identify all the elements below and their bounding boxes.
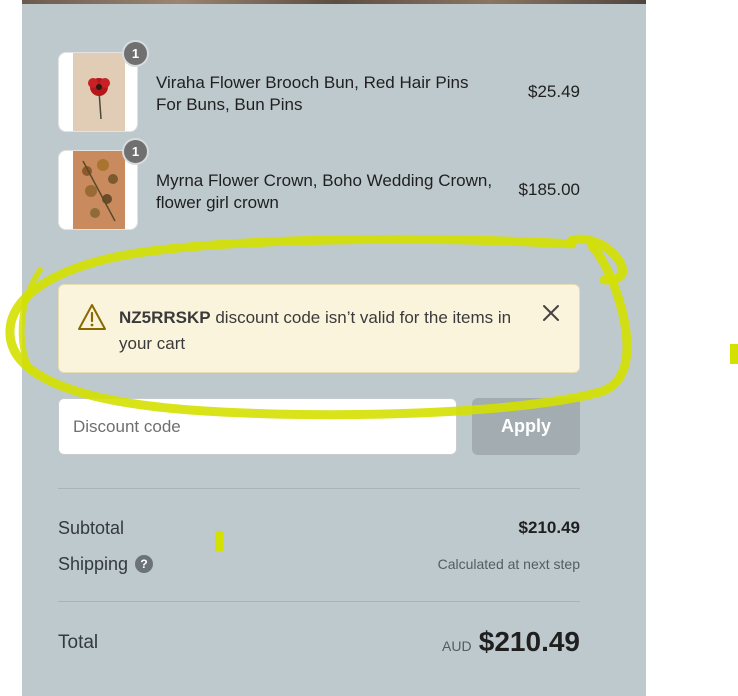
- product-price: $25.49: [528, 82, 580, 101]
- apply-discount-button[interactable]: Apply: [472, 398, 580, 455]
- help-icon[interactable]: ?: [135, 555, 153, 573]
- warning-icon: [78, 304, 106, 330]
- discount-code-text: NZ5RRSKP: [119, 308, 211, 327]
- total-value: $210.49: [478, 626, 580, 657]
- subtotal-label: Subtotal: [58, 518, 125, 538]
- close-icon[interactable]: [541, 303, 561, 323]
- total-label: Total: [58, 632, 99, 653]
- divider: [58, 601, 580, 602]
- currency-code: AUD: [442, 638, 472, 654]
- alert-message: NZ5RRSKP discount code isn’t valid for t…: [119, 305, 539, 357]
- discount-code-input[interactable]: [58, 398, 457, 455]
- annotation-mark: [730, 344, 738, 364]
- product-thumbnail: [58, 52, 138, 132]
- quantity-badge: 1: [122, 138, 149, 165]
- line-item: 1 Viraha Flower Brooch Bun, Red Hair Pin…: [58, 40, 580, 132]
- product-name: Myrna Flower Crown, Boho Wedding Crown, …: [156, 171, 493, 212]
- shipping-value: Calculated at next step: [437, 556, 580, 572]
- subtotal-value: $210.49: [518, 518, 580, 537]
- product-price: $185.00: [518, 180, 580, 199]
- quantity-badge: 1: [122, 40, 149, 67]
- flower-brooch-image: [73, 53, 125, 131]
- shipping-label: Shipping: [58, 554, 129, 574]
- discount-error-alert: NZ5RRSKP discount code isn’t valid for t…: [58, 284, 580, 373]
- flower-crown-image: [73, 151, 125, 229]
- line-item: 1 Myrna Flower Crown, Boho Wedding Crown…: [58, 138, 580, 230]
- divider: [58, 488, 580, 489]
- header-image-strip: [22, 0, 646, 4]
- product-name: Viraha Flower Brooch Bun, Red Hair Pins …: [156, 73, 469, 114]
- product-thumbnail: [58, 150, 138, 230]
